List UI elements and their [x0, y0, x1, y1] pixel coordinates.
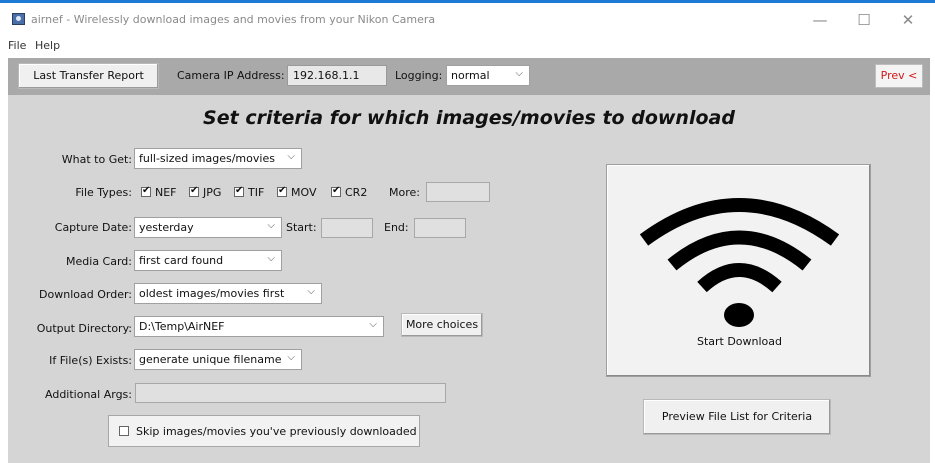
end-label: End: — [384, 221, 409, 234]
output-directory-value: D:\Temp\AirNEF — [139, 320, 225, 333]
capture-date-value: yesterday — [139, 221, 194, 234]
checkbox-checked-icon — [141, 185, 151, 197]
camera-ip-label: Camera IP Address: — [177, 69, 285, 82]
media-card-label: Media Card: — [66, 255, 132, 268]
capture-date-select[interactable]: yesterday ⌵ — [134, 217, 282, 238]
preview-file-list-button[interactable]: Preview File List for Criteria — [643, 399, 831, 435]
tif-checkbox[interactable]: TIF — [234, 185, 264, 199]
camera-ip-field[interactable]: 192.168.1.1 — [287, 65, 387, 86]
minimize-button[interactable]: — — [798, 7, 842, 33]
more-choices-button[interactable]: More choices — [401, 313, 483, 337]
output-directory-select[interactable]: D:\Temp\AirNEF ⌵ — [134, 316, 384, 337]
menu-help[interactable]: Help — [35, 39, 60, 52]
capture-date-label: Capture Date: — [54, 221, 132, 234]
checkbox-checked-icon — [189, 185, 199, 197]
media-card-select[interactable]: first card found ⌵ — [134, 250, 282, 271]
file-types-group: NEF JPG TIF MOV CR2 More: — [141, 185, 431, 200]
more-types-input[interactable] — [426, 182, 490, 202]
more-types-label: More: — [389, 186, 420, 199]
last-transfer-report-button[interactable]: Last Transfer Report — [18, 63, 159, 89]
output-directory-label: Output Directory: — [36, 322, 132, 335]
app-camera-icon — [12, 13, 25, 25]
mov-checkbox[interactable]: MOV — [277, 185, 316, 199]
checkbox-unchecked-icon — [119, 426, 129, 436]
what-to-get-select[interactable]: full-sized images/movies ⌵ — [134, 148, 302, 169]
start-download-label: Start Download — [696, 335, 783, 348]
cr2-checkbox[interactable]: CR2 — [331, 185, 367, 199]
chevron-down-icon: ⌵ — [287, 352, 295, 363]
if-file-exists-value: generate unique filename — [139, 353, 282, 366]
chevron-down-icon: ⌵ — [369, 319, 377, 330]
what-to-get-value: full-sized images/movies — [139, 152, 275, 165]
logging-label: Logging: — [395, 69, 443, 82]
download-order-select[interactable]: oldest images/movies first ⌵ — [134, 283, 322, 304]
criteria-panel: Set criteria for which images/movies to … — [8, 95, 930, 463]
if-file-exists-select[interactable]: generate unique filename ⌵ — [134, 349, 302, 370]
start-date-input[interactable] — [321, 218, 373, 238]
media-card-value: first card found — [139, 254, 224, 267]
start-label: Start: — [286, 221, 317, 234]
additional-args-label: Additional Args: — [45, 388, 132, 401]
menu-bar: File Help — [0, 34, 935, 56]
checkbox-checked-icon — [277, 185, 287, 197]
end-date-input[interactable] — [414, 218, 466, 238]
download-order-value: oldest images/movies first — [139, 287, 285, 300]
chevron-down-icon: ⌵ — [267, 253, 275, 264]
page-heading: Set criteria for which images/movies to … — [203, 107, 735, 129]
chevron-down-icon: ⌵ — [287, 151, 295, 162]
if-file-exists-label: If File(s) Exists: — [49, 354, 132, 367]
download-order-label: Download Order: — [39, 288, 132, 301]
skip-previous-label: Skip images/movies you've previously dow… — [136, 425, 417, 438]
title-bar: airnef - Wirelessly download images and … — [0, 3, 935, 34]
top-toolbar: Last Transfer Report Camera IP Address: … — [8, 58, 930, 95]
menu-file[interactable]: File — [8, 39, 26, 52]
chevron-down-icon: ⌵ — [307, 286, 315, 297]
maximize-button[interactable]: ☐ — [842, 7, 886, 33]
file-types-label: File Types: — [75, 186, 132, 199]
checkbox-checked-icon — [331, 185, 341, 197]
close-button[interactable]: ✕ — [886, 7, 930, 33]
additional-args-input[interactable] — [135, 383, 446, 403]
what-to-get-label: What to Get: — [61, 153, 132, 166]
skip-previous-panel: Skip images/movies you've previously dow… — [108, 415, 420, 447]
chevron-down-icon: ⌵ — [515, 68, 523, 79]
prev-button[interactable]: Prev < — [875, 64, 923, 88]
start-download-button[interactable]: Start Download — [606, 164, 871, 377]
skip-previous-checkbox[interactable]: Skip images/movies you've previously dow… — [119, 425, 417, 438]
chevron-down-icon: ⌵ — [267, 220, 275, 231]
logging-value: normal — [451, 69, 490, 82]
logging-select[interactable]: normal ⌵ — [446, 65, 530, 86]
nef-checkbox[interactable]: NEF — [141, 185, 177, 199]
window-title: airnef - Wirelessly download images and … — [31, 13, 436, 26]
checkbox-checked-icon — [234, 185, 244, 197]
jpg-checkbox[interactable]: JPG — [189, 185, 221, 199]
